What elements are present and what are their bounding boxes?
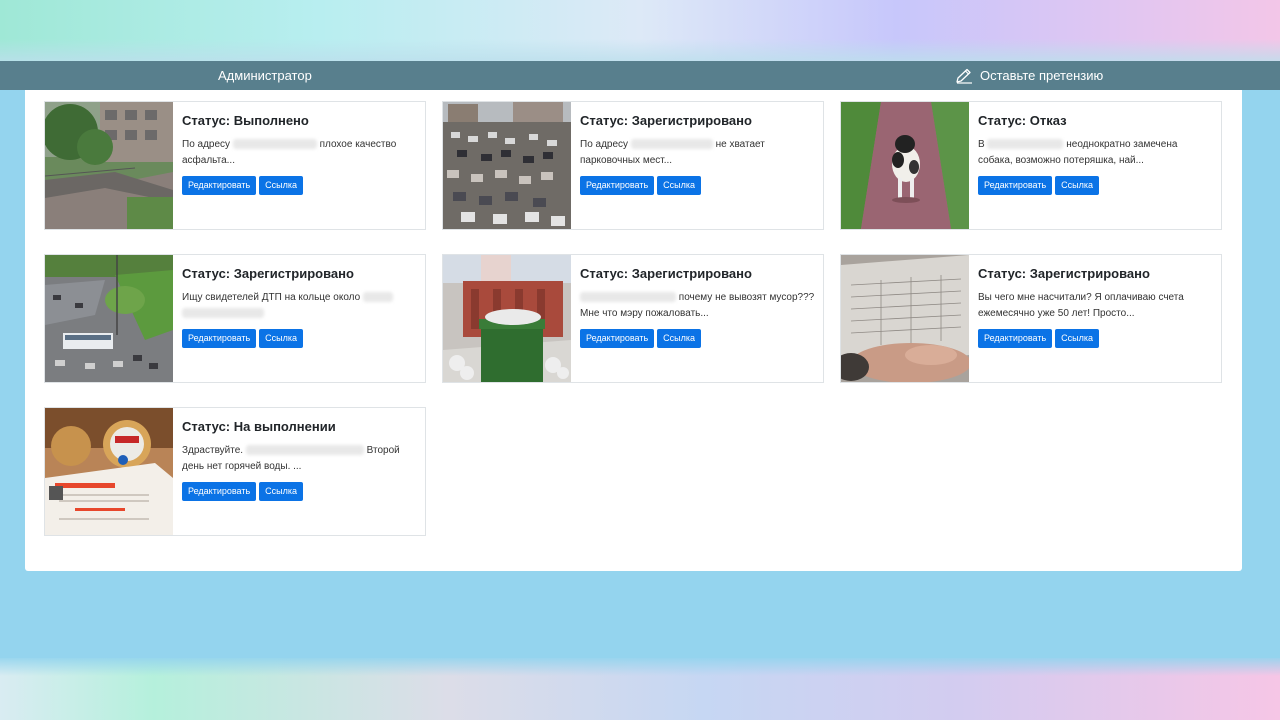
edit-button[interactable]: Редактировать [978,329,1053,348]
edit-button[interactable]: Редактировать [580,176,655,195]
edit-button[interactable]: Редактировать [978,176,1053,195]
redacted-address [182,308,264,319]
pencil-icon [955,68,973,84]
complaint-photo-parking [443,102,571,229]
card-status: Статус: На выполнении [182,419,336,434]
link-button[interactable]: Ссылка [259,329,304,348]
link-button[interactable]: Ссылка [259,176,304,195]
edit-button[interactable]: Редактировать [182,329,257,348]
redacted-address [232,139,317,150]
link-button[interactable]: Ссылка [1055,329,1100,348]
redacted-address [245,445,364,456]
complaint-photo-dog [841,102,969,229]
complaint-card: Статус: Отказ В неоднократно замечена со… [840,101,1222,230]
card-description: Здраствуйте. Второй день нет горячей вод… [182,445,400,472]
redacted-address [630,139,713,150]
complaint-card: Статус: Зарегистрировано почему не вывоз… [442,254,824,383]
complaint-card: Статус: Зарегистрировано Ищу свидетелей … [44,254,426,383]
edit-button[interactable]: Редактировать [580,329,655,348]
navbar: Администратор Оставьте претензию [0,61,1280,90]
complaint-card: Статус: На выполнении Здраствуйте. Второ… [44,407,426,536]
complaint-photo-street [45,102,173,229]
complaint-card: Статус: Зарегистрировано По адресу не хв… [442,101,824,230]
nav-admin-link[interactable]: Администратор [218,61,312,90]
card-description: Ищу свидетелей ДТП на кольце около [182,290,417,322]
link-button[interactable]: Ссылка [657,329,702,348]
background-blur-bottom [0,658,1280,720]
card-status: Статус: Зарегистрировано [580,113,752,128]
card-description: В неоднократно замечена собака, возможно… [978,139,1178,166]
link-button[interactable]: Ссылка [657,176,702,195]
complaint-card: Статус: Выполнено По адресу плохое качес… [44,101,426,230]
card-status: Статус: Выполнено [182,113,309,128]
card-description: Вы чего мне насчитали? Я оплачиваю счета… [978,292,1184,319]
link-button[interactable]: Ссылка [259,482,304,501]
edit-button[interactable]: Редактировать [182,176,257,195]
complaint-card: Статус: Зарегистрировано Вы чего мне нас… [840,254,1222,383]
complaints-container: Статус: Выполнено По адресу плохое качес… [25,90,1242,571]
background-blur-top [0,0,1280,61]
card-status: Статус: Зарегистрировано [978,266,1150,281]
complaint-photo-trash [443,255,571,382]
redacted-address [580,292,676,303]
redacted-address [987,139,1064,150]
nav-claim-link[interactable]: Оставьте претензию [955,61,1103,90]
card-status: Статус: Отказ [978,113,1067,128]
complaint-photo-bill [841,255,969,382]
link-button[interactable]: Ссылка [1055,176,1100,195]
edit-button[interactable]: Редактировать [182,482,257,501]
card-status: Статус: Зарегистрировано [580,266,752,281]
nav-claim-label: Оставьте претензию [980,68,1104,83]
complaint-photo-water-meter [45,408,173,535]
card-description: почему не вывозят мусор??? Мне что мэру … [580,292,815,319]
complaint-photo-roundabout [45,255,173,382]
card-description: По адресу плохое качество асфальта... [182,139,397,166]
redacted-address [362,292,393,303]
card-status: Статус: Зарегистрировано [182,266,354,281]
card-description: По адресу не хватает парковочных мест... [580,139,765,166]
